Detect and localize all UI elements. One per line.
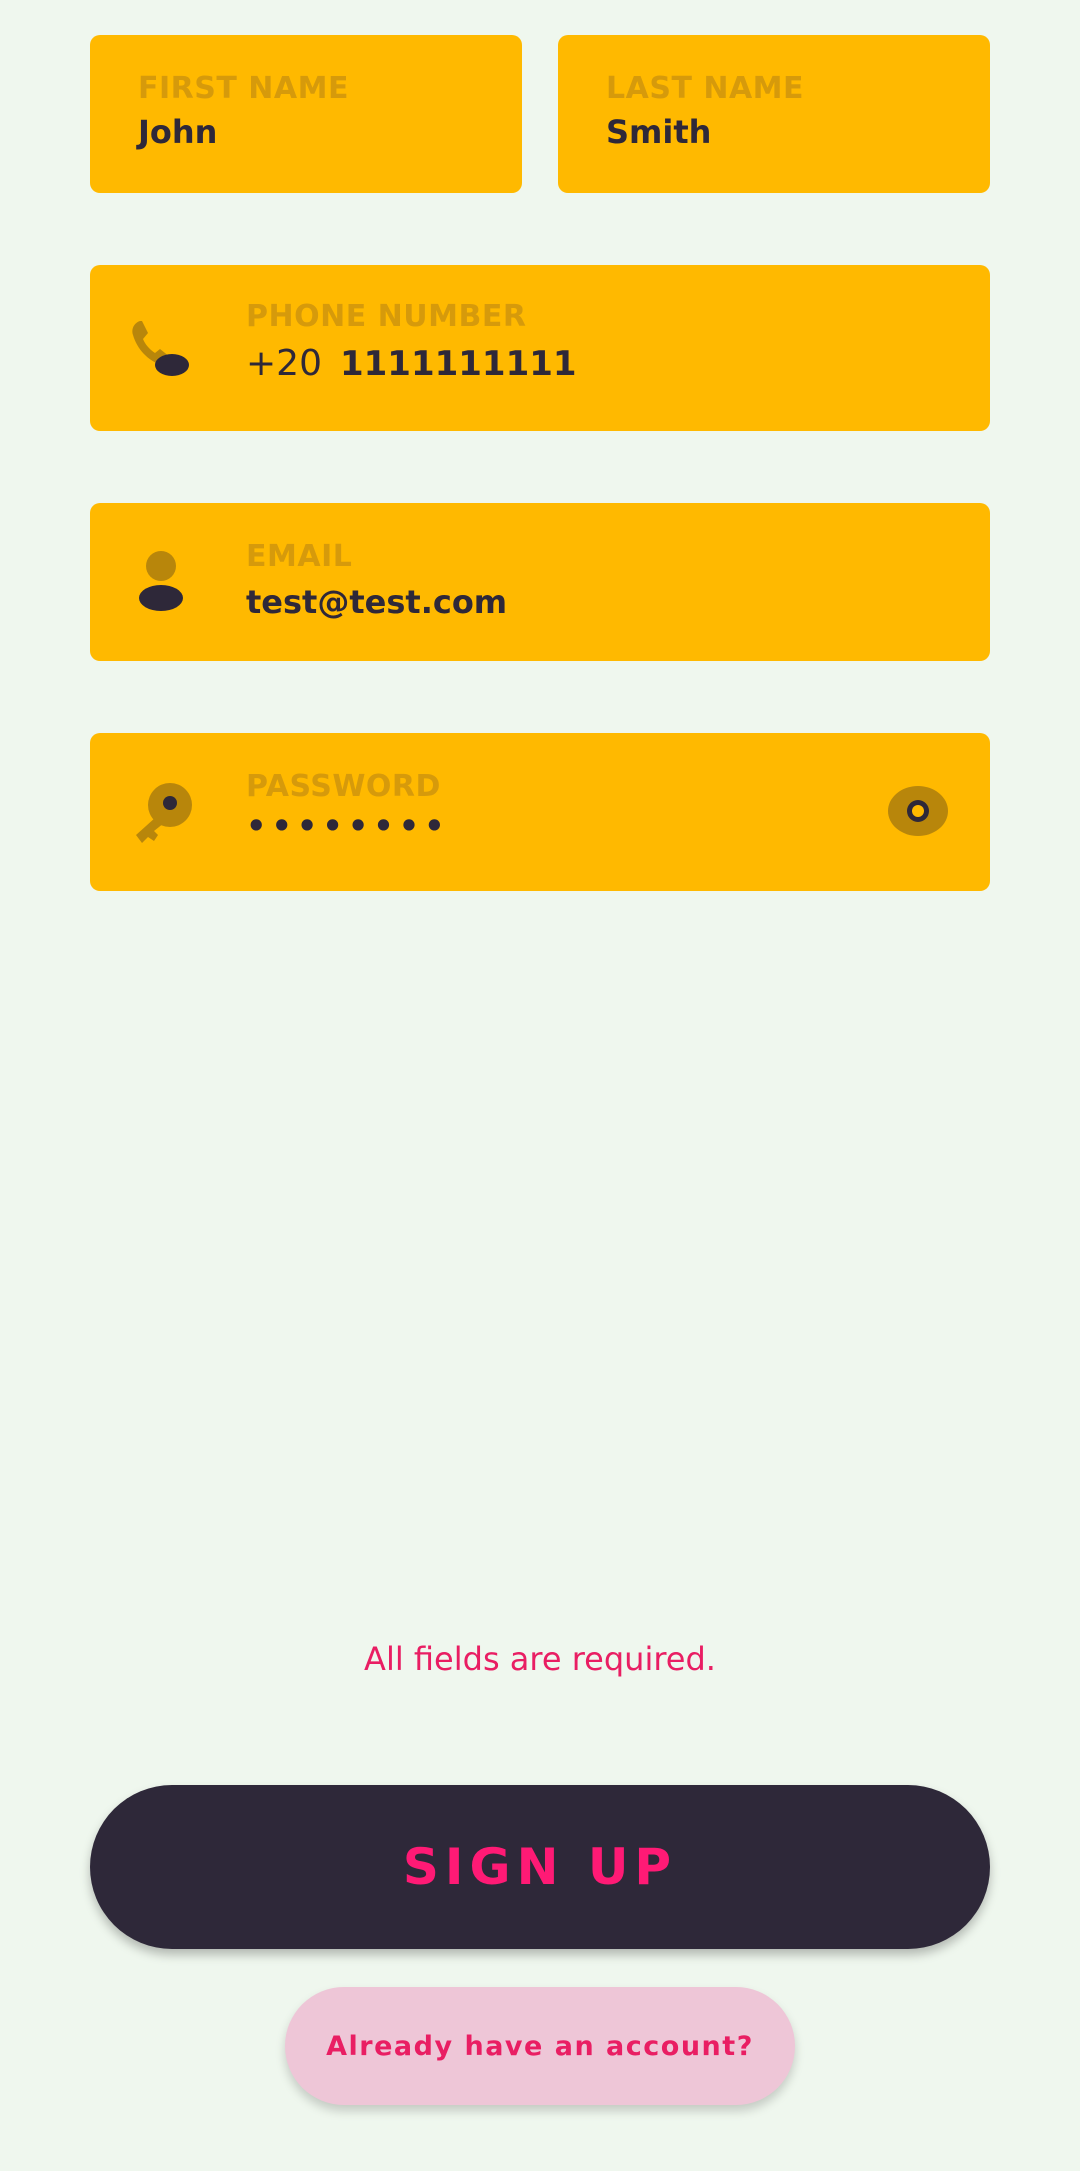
first-name-field[interactable]: FIRST NAME John	[90, 35, 522, 193]
phone-number-text: 1111111111	[339, 344, 577, 384]
person-icon	[138, 550, 184, 612]
country-code[interactable]: +20	[246, 343, 322, 384]
error-message: All fields are required.	[364, 1640, 716, 1678]
email-value[interactable]: test@test.com	[246, 583, 507, 621]
first-name-label: FIRST NAME	[138, 71, 349, 106]
last-name-field[interactable]: LAST NAME Smith	[558, 35, 990, 193]
last-name-value[interactable]: Smith	[606, 113, 711, 151]
last-name-label: LAST NAME	[606, 71, 805, 106]
email-label: EMAIL	[246, 539, 353, 574]
sign-up-button[interactable]: SIGN UP	[90, 1785, 990, 1949]
password-field[interactable]: PASSWORD ••••••••	[90, 733, 990, 891]
phone-number-value[interactable]: +20 1111111111	[246, 343, 577, 384]
already-have-account-button[interactable]: Already have an account?	[285, 1987, 795, 2105]
eye-icon[interactable]	[887, 785, 949, 837]
phone-number-label: PHONE NUMBER	[246, 299, 527, 334]
phone-number-field[interactable]: PHONE NUMBER +20 1111111111	[90, 265, 990, 431]
password-value[interactable]: ••••••••	[246, 807, 450, 845]
password-label: PASSWORD	[246, 769, 441, 804]
phone-icon	[128, 315, 194, 381]
first-name-value[interactable]: John	[138, 113, 217, 151]
key-icon	[130, 781, 194, 845]
email-field[interactable]: EMAIL test@test.com	[90, 503, 990, 661]
